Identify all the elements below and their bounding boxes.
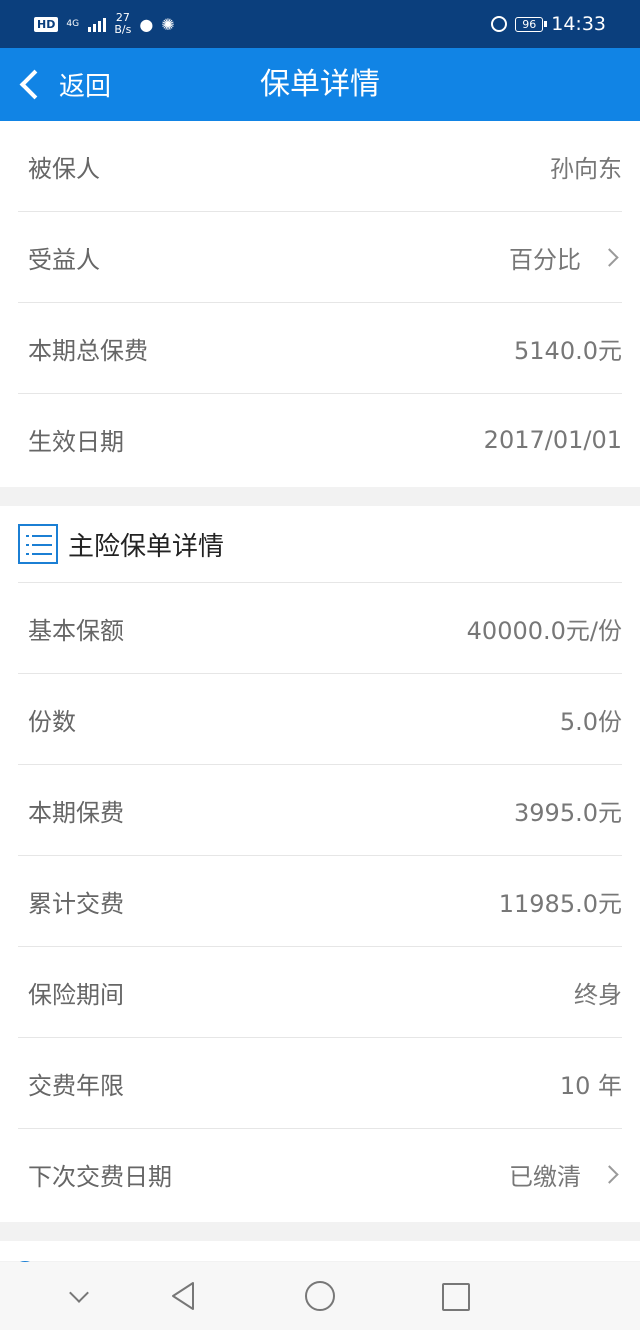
row-label: 份数 xyxy=(28,707,76,736)
row-value: 5.0份 xyxy=(559,707,622,736)
list-icon xyxy=(18,524,58,564)
home-circle-icon[interactable] xyxy=(305,1281,335,1311)
alarm-icon xyxy=(491,16,508,32)
section-header: 主险保单详情 xyxy=(18,506,622,583)
status-left: HD 4G 27 B/s ● ✺ xyxy=(34,12,175,36)
back-triangle-icon[interactable] xyxy=(170,1281,196,1315)
network-speed-unit: B/s xyxy=(114,23,132,36)
row-label: 本期总保费 xyxy=(28,336,148,365)
recent-apps-icon[interactable] xyxy=(442,1283,470,1311)
row-base-amount: 基本保额 40000.0元/份 xyxy=(18,583,622,674)
clock: 14:33 xyxy=(551,13,606,35)
row-next-payment-date[interactable]: 下次交费日期 已缴清 xyxy=(18,1129,622,1220)
row-insured: 被保人 孙向东 xyxy=(18,121,622,212)
row-value: 11985.0元 xyxy=(498,889,622,918)
chevron-left-icon xyxy=(19,69,50,100)
status-right: 96 14:33 xyxy=(491,13,606,35)
row-cumulative-paid: 累计交费 11985.0元 xyxy=(18,856,622,947)
row-label: 累计交费 xyxy=(28,889,124,918)
status-bar: HD 4G 27 B/s ● ✺ 96 14:33 xyxy=(0,0,640,48)
row-label: 保险期间 xyxy=(28,980,124,1009)
nav-bar: 保单详情 返回 xyxy=(0,48,640,121)
row-total-premium: 本期总保费 5140.0元 xyxy=(18,303,622,394)
row-label: 被保人 xyxy=(28,154,100,183)
policy-summary: 被保人 孙向东 受益人 百分比 本期总保费 5140.0元 生效日期 2017/… xyxy=(0,121,640,487)
row-value-wrap: 百分比 xyxy=(509,240,622,275)
section-title: 主险保单详情 xyxy=(68,531,225,562)
chevron-right-icon xyxy=(600,1165,619,1184)
row-value: 百分比 xyxy=(509,245,581,274)
row-units: 份数 5.0份 xyxy=(18,674,622,765)
main-policy-details: 主险保单详情 基本保额 40000.0元/份 份数 5.0份 本期保费 3995… xyxy=(0,506,640,1222)
row-coverage-period: 保险期间 终身 xyxy=(18,947,622,1038)
row-value: 终身 xyxy=(574,980,622,1009)
network-speed: 27 B/s xyxy=(114,12,131,36)
row-effective-date: 生效日期 2017/01/01 xyxy=(18,394,622,485)
row-beneficiary[interactable]: 受益人 百分比 xyxy=(18,212,622,303)
row-period-premium: 本期保费 3995.0元 xyxy=(18,765,622,856)
row-value: 已缴清 xyxy=(509,1163,581,1191)
row-label: 下次交费日期 xyxy=(28,1163,172,1191)
alipay-icon: ✺ xyxy=(161,14,175,34)
row-value: 5140.0元 xyxy=(514,336,622,365)
chevron-right-icon xyxy=(600,247,619,267)
row-value: 孙向东 xyxy=(550,154,622,183)
row-value: 2017/01/01 xyxy=(483,425,622,454)
row-value: 40000.0元/份 xyxy=(466,616,622,645)
row-value-wrap: 已缴清 xyxy=(509,1157,622,1192)
system-navigation-bar xyxy=(0,1262,640,1330)
hide-nav-icon[interactable] xyxy=(69,1283,89,1303)
signal-icon xyxy=(88,16,107,32)
row-label: 受益人 xyxy=(28,245,100,274)
next-section-partial xyxy=(0,1241,640,1264)
row-value: 3995.0元 xyxy=(514,798,622,827)
battery-indicator: 96 xyxy=(515,16,548,32)
row-label: 交费年限 xyxy=(28,1071,124,1100)
message-bubble-icon: ● xyxy=(139,14,154,34)
row-value: 10 年 xyxy=(559,1071,622,1100)
row-label: 基本保额 xyxy=(28,616,124,645)
network-type: 4G xyxy=(66,19,80,29)
back-button[interactable]: 返回 xyxy=(14,48,111,121)
row-label: 生效日期 xyxy=(28,428,124,456)
hd-badge: HD xyxy=(34,16,59,32)
row-label: 本期保费 xyxy=(28,798,124,827)
back-label: 返回 xyxy=(59,72,112,102)
row-payment-years: 交费年限 10 年 xyxy=(18,1038,622,1129)
